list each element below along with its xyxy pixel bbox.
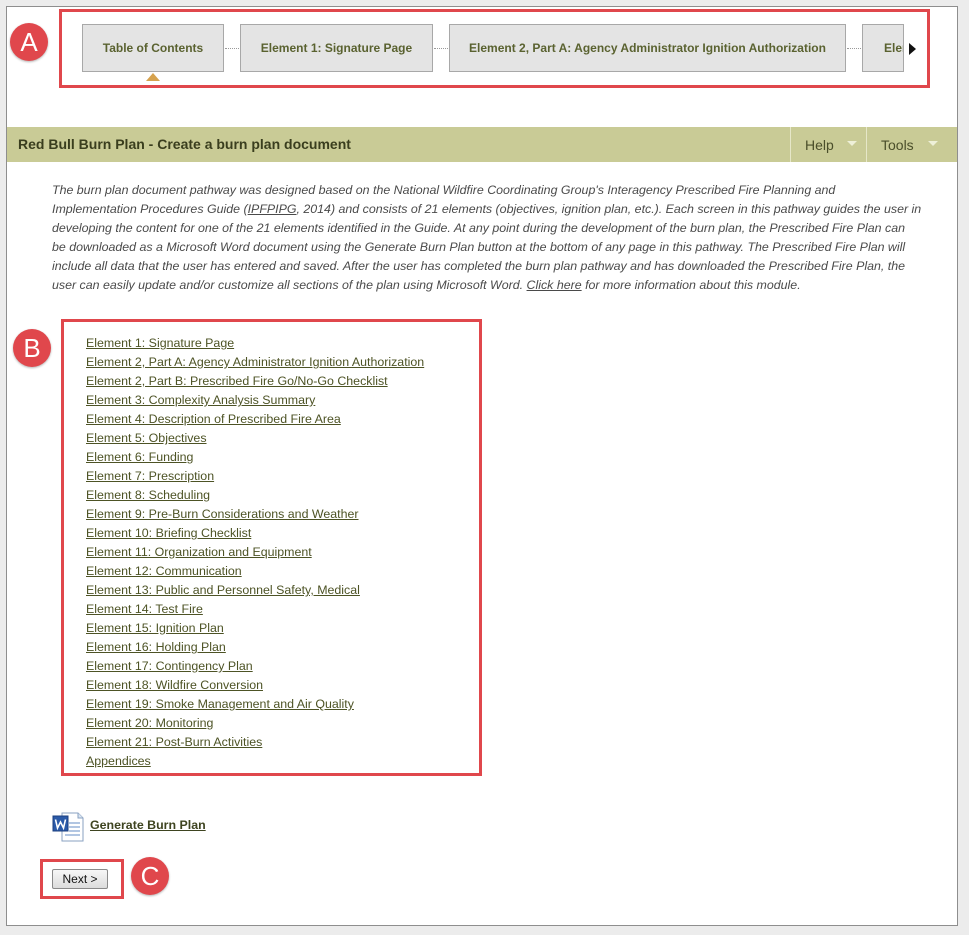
- element-link[interactable]: Element 21: Post-Burn Activities: [86, 735, 262, 749]
- element-link[interactable]: Element 16: Holding Plan: [86, 640, 226, 654]
- step-table-of-contents[interactable]: Table of Contents: [82, 24, 224, 72]
- chevron-down-icon: [928, 141, 938, 146]
- element-link[interactable]: Element 7: Prescription: [86, 469, 214, 483]
- element-link[interactable]: Element 19: Smoke Management and Air Qua…: [86, 697, 354, 711]
- element-link[interactable]: Element 15: Ignition Plan: [86, 621, 224, 635]
- list-item: Element 3: Complexity Analysis Summary: [86, 391, 424, 410]
- element-link[interactable]: Element 11: Organization and Equipment: [86, 545, 312, 559]
- list-item: Element 7: Prescription: [86, 467, 424, 486]
- active-step-indicator-icon: [146, 73, 160, 81]
- annotation-marker-a: A: [10, 23, 48, 61]
- help-menu[interactable]: Help: [790, 127, 866, 162]
- annotation-marker-c: C: [131, 857, 169, 895]
- list-item: Element 15: Ignition Plan: [86, 619, 424, 638]
- list-item: Element 4: Description of Prescribed Fir…: [86, 410, 424, 429]
- step-connector: [225, 48, 239, 49]
- chevron-down-icon: [847, 141, 857, 146]
- list-item: Element 11: Organization and Equipment: [86, 543, 424, 562]
- list-item: Element 12: Communication: [86, 562, 424, 581]
- element-link[interactable]: Element 6: Funding: [86, 450, 193, 464]
- element-link[interactable]: Element 8: Scheduling: [86, 488, 210, 502]
- help-menu-label: Help: [805, 137, 834, 153]
- list-item: Element 8: Scheduling: [86, 486, 424, 505]
- step-element-1[interactable]: Element 1: Signature Page: [240, 24, 433, 72]
- element-link[interactable]: Element 12: Communication: [86, 564, 242, 578]
- element-link[interactable]: Element 5: Objectives: [86, 431, 207, 445]
- appendices-link[interactable]: Appendices: [86, 754, 151, 768]
- intro-paragraph: The burn plan document pathway was desig…: [52, 181, 922, 295]
- list-item: Element 5: Objectives: [86, 429, 424, 448]
- element-link-list: Element 1: Signature Page Element 2, Par…: [86, 334, 424, 771]
- list-item: Element 16: Holding Plan: [86, 638, 424, 657]
- page-title: Red Bull Burn Plan - Create a burn plan …: [18, 136, 351, 152]
- click-here-link[interactable]: Click here: [527, 278, 582, 292]
- element-link[interactable]: Element 10: Briefing Checklist: [86, 526, 251, 540]
- list-item: Element 2, Part A: Agency Administrator …: [86, 353, 424, 372]
- list-item: Element 14: Test Fire: [86, 600, 424, 619]
- page-header-bar: Red Bull Burn Plan - Create a burn plan …: [7, 127, 957, 162]
- element-link[interactable]: Element 1: Signature Page: [86, 336, 234, 350]
- element-link[interactable]: Element 17: Contingency Plan: [86, 659, 253, 673]
- list-item: Element 2, Part B: Prescribed Fire Go/No…: [86, 372, 424, 391]
- tools-menu[interactable]: Tools: [866, 127, 957, 162]
- element-link[interactable]: Element 18: Wildfire Conversion: [86, 678, 263, 692]
- list-item: Element 21: Post-Burn Activities: [86, 733, 424, 752]
- annotation-marker-b: B: [13, 329, 51, 367]
- step-element-2a[interactable]: Element 2, Part A: Agency Administrator …: [449, 24, 846, 72]
- element-link[interactable]: Element 20: Monitoring: [86, 716, 213, 730]
- word-document-icon[interactable]: [52, 812, 84, 842]
- list-item: Appendices: [86, 752, 424, 771]
- list-item: Element 1: Signature Page: [86, 334, 424, 353]
- element-link[interactable]: Element 2, Part B: Prescribed Fire Go/No…: [86, 374, 388, 388]
- list-item: Element 6: Funding: [86, 448, 424, 467]
- list-item: Element 9: Pre-Burn Considerations and W…: [86, 505, 424, 524]
- tools-menu-label: Tools: [881, 137, 914, 153]
- list-item: Element 13: Public and Personnel Safety,…: [86, 581, 424, 600]
- element-link[interactable]: Element 3: Complexity Analysis Summary: [86, 393, 315, 407]
- intro-text: for more information about this module.: [581, 278, 801, 292]
- ipfpipg-link[interactable]: IPFPIPG: [248, 202, 297, 216]
- generate-burn-plan-link[interactable]: Generate Burn Plan: [90, 818, 206, 832]
- list-item: Element 20: Monitoring: [86, 714, 424, 733]
- element-link[interactable]: Element 4: Description of Prescribed Fir…: [86, 412, 341, 426]
- list-item: Element 10: Briefing Checklist: [86, 524, 424, 543]
- list-item: Element 18: Wildfire Conversion: [86, 676, 424, 695]
- element-link[interactable]: Element 13: Public and Personnel Safety,…: [86, 583, 360, 597]
- element-link[interactable]: Element 2, Part A: Agency Administrator …: [86, 355, 424, 369]
- step-element-next-partial[interactable]: Elem: [862, 24, 904, 72]
- step-connector: [434, 48, 448, 49]
- element-link[interactable]: Element 14: Test Fire: [86, 602, 203, 616]
- next-button[interactable]: Next >: [52, 869, 108, 889]
- list-item: Element 17: Contingency Plan: [86, 657, 424, 676]
- step-connector: [847, 48, 861, 49]
- list-item: Element 19: Smoke Management and Air Qua…: [86, 695, 424, 714]
- element-link[interactable]: Element 9: Pre-Burn Considerations and W…: [86, 507, 359, 521]
- scroll-right-arrow-icon[interactable]: [909, 43, 916, 55]
